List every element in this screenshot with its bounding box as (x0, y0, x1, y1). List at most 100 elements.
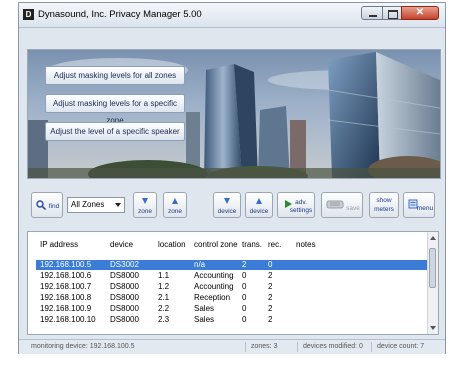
column-header-ip[interactable]: IP address (40, 240, 78, 249)
table-cell: 2.3 (158, 315, 170, 324)
adjust-specific-zone-button[interactable]: Adjust masking levels for a specific zon… (45, 94, 185, 125)
menu-button[interactable]: menu (403, 192, 435, 218)
table-cell: DS8000 (110, 304, 139, 313)
status-bar: monitoring device: 192.168.100.5 zones: … (19, 339, 445, 354)
app-window: D Dynasound, Inc. Privacy Manager 5.00 ✕ (18, 2, 446, 354)
maximize-button[interactable] (382, 6, 402, 20)
device-down-button[interactable]: device (213, 192, 241, 218)
table-cell: 192.168.100.5 (40, 260, 92, 269)
device-table: IP address device location control zone … (27, 231, 439, 335)
arrow-down-icon (142, 198, 148, 204)
table-cell: DS8000 (110, 293, 139, 302)
show-meters-label-1: show (376, 197, 392, 204)
show-meters-button[interactable]: show meters (369, 192, 399, 218)
save-device-icon (326, 200, 344, 209)
table-cell: 192.168.100.10 (40, 315, 96, 324)
zone-dropdown[interactable]: All Zones (67, 197, 125, 213)
table-cell: 0 (268, 260, 273, 269)
save-label: save (346, 205, 360, 212)
scroll-thumb[interactable] (429, 248, 436, 288)
table-cell: 2.1 (158, 293, 170, 302)
table-cell: 192.168.100.7 (40, 282, 92, 291)
table-cell: DS8000 (110, 315, 139, 324)
table-cell: 1.2 (158, 282, 170, 291)
column-header-rec[interactable]: rec. (268, 240, 281, 249)
find-label: find (48, 203, 60, 210)
column-header-control-zone[interactable]: control zone (194, 240, 238, 249)
menu-label: menu (416, 205, 434, 212)
table-cell: n/a (194, 260, 206, 269)
table-row[interactable]: 192.168.100.5 DS3002 n/a 2 0 (36, 260, 428, 270)
table-cell: 0 (242, 315, 247, 324)
table-cell: 192.168.100.6 (40, 271, 92, 280)
table-cell: 1.1 (158, 271, 170, 280)
adjust-speaker-button[interactable]: Adjust the level of a specific speaker (45, 122, 185, 141)
table-scrollbar[interactable] (427, 232, 438, 334)
table-cell: 0 (242, 271, 247, 280)
title-bar[interactable]: D Dynasound, Inc. Privacy Manager 5.00 ✕ (19, 3, 445, 28)
zone-up-label: zone (167, 208, 183, 215)
table-cell: 0 (242, 293, 247, 302)
adv-settings-button[interactable]: adv. settings (277, 192, 315, 218)
zone-down-button[interactable]: zone (133, 192, 157, 218)
zone-down-label: zone (137, 208, 153, 215)
column-header-trans[interactable]: trans. (242, 240, 262, 249)
toolbar: find All Zones zone zone device device a… (27, 191, 439, 223)
table-row[interactable]: 192.168.100.7 DS8000 1.2 Accounting 0 2 (36, 282, 428, 292)
show-meters-label-2: meters (374, 206, 394, 213)
adv-settings-label-1: adv. (295, 199, 307, 206)
table-cell: DS8000 (110, 282, 139, 291)
column-header-notes[interactable]: notes (296, 240, 316, 249)
table-cell: 2.2 (158, 304, 170, 313)
window-controls: ✕ (361, 6, 439, 22)
table-cell: DS8000 (110, 271, 139, 280)
table-cell: Accounting (194, 282, 234, 291)
table-cell: 2 (268, 293, 273, 302)
arrow-up-icon (172, 198, 178, 204)
table-cell: Sales (194, 304, 215, 313)
table-cell: 192.168.100.8 (40, 293, 92, 302)
minimize-button[interactable] (361, 6, 383, 20)
table-cell: 2 (268, 304, 273, 313)
column-header-device[interactable]: device (110, 240, 133, 249)
status-zones: zones: 3 (251, 343, 278, 350)
table-cell: 0 (242, 282, 247, 291)
header-banner: Adjust masking levels for all zones Adju… (27, 49, 441, 179)
adjust-all-zones-button[interactable]: Adjust masking levels for all zones (45, 66, 185, 85)
zone-dropdown-value: All Zones (71, 200, 105, 209)
save-button[interactable]: save (321, 192, 363, 218)
chevron-down-icon (115, 203, 121, 207)
status-monitoring: monitoring device: 192.168.100.5 (31, 343, 135, 350)
arrow-up-icon (256, 198, 262, 204)
close-button[interactable]: ✕ (401, 6, 439, 20)
table-cell: 2 (242, 260, 247, 269)
table-cell: 2 (268, 282, 273, 291)
adv-settings-label-2: settings (289, 207, 313, 214)
arrow-down-icon (224, 198, 230, 204)
table-header: IP address device location control zone … (28, 232, 430, 250)
device-up-button[interactable]: device (245, 192, 273, 218)
table-cell: 2 (268, 315, 273, 324)
window-title: Dynasound, Inc. Privacy Manager 5.00 (38, 9, 202, 20)
status-device-count: device count: 7 (377, 343, 425, 350)
zone-up-button[interactable]: zone (163, 192, 187, 218)
device-up-label: device (249, 208, 269, 215)
table-cell: DS3002 (110, 260, 139, 269)
device-down-label: device (217, 208, 237, 215)
scroll-down-icon[interactable] (430, 326, 436, 330)
magnifier-icon (36, 200, 46, 210)
find-button[interactable]: find (31, 192, 63, 218)
table-row[interactable]: 192.168.100.10 DS8000 2.3 Sales 0 2 (36, 315, 428, 325)
table-cell: Sales (194, 315, 215, 324)
table-cell: 2 (268, 271, 273, 280)
app-logo-icon: D (23, 9, 34, 20)
table-row[interactable]: 192.168.100.9 DS8000 2.2 Sales 0 2 (36, 304, 428, 314)
table-row[interactable]: 192.168.100.6 DS8000 1.1 Accounting 0 2 (36, 271, 428, 281)
table-cell: Accounting (194, 271, 234, 280)
table-cell: 0 (242, 304, 247, 313)
scroll-up-icon[interactable] (430, 236, 436, 240)
table-cell: Reception (194, 293, 231, 302)
column-header-location[interactable]: location (158, 240, 186, 249)
table-row[interactable]: 192.168.100.8 DS8000 2.1 Reception 0 2 (36, 293, 428, 303)
table-cell: 192.168.100.9 (40, 304, 92, 313)
